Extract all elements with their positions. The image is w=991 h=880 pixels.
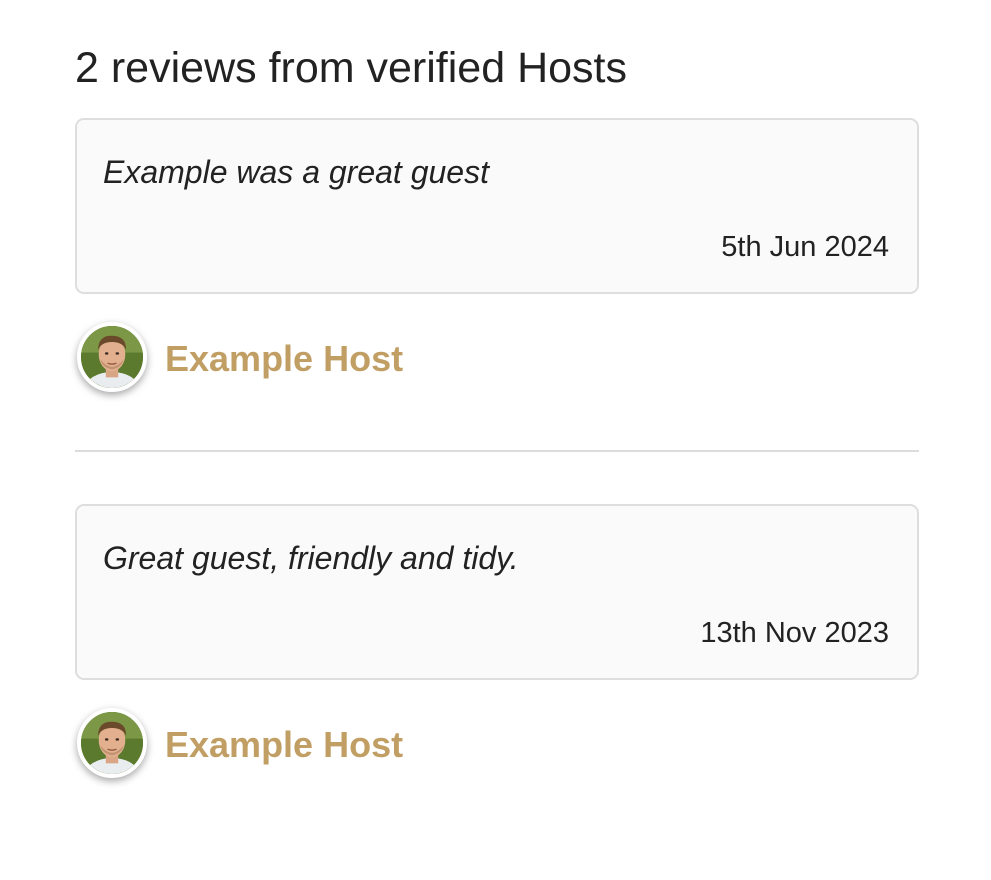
review-card: Great guest, friendly and tidy. 13th Nov… <box>75 504 919 680</box>
reviews-section: 2 reviews from verified Hosts Example wa… <box>75 40 919 786</box>
review-divider <box>75 450 919 452</box>
review-item: Example was a great guest 5th Jun 2024 E… <box>75 118 919 400</box>
host-avatar[interactable] <box>77 708 147 778</box>
review-text: Example was a great guest <box>103 154 489 190</box>
review-author: Example Host <box>75 320 919 400</box>
host-name-link[interactable]: Example Host <box>165 724 403 766</box>
review-date: 5th Jun 2024 <box>721 231 889 263</box>
reviews-heading: 2 reviews from verified Hosts <box>75 44 627 92</box>
host-avatar[interactable] <box>77 322 147 392</box>
host-name-link[interactable]: Example Host <box>165 338 403 380</box>
review-author: Example Host <box>75 706 919 786</box>
review-date: 13th Nov 2023 <box>700 617 889 649</box>
review-text: Great guest, friendly and tidy. <box>103 540 519 576</box>
host-avatar-photo-icon <box>81 712 143 774</box>
review-card: Example was a great guest 5th Jun 2024 <box>75 118 919 294</box>
host-avatar-photo-icon <box>81 326 143 388</box>
review-item: Great guest, friendly and tidy. 13th Nov… <box>75 504 919 786</box>
